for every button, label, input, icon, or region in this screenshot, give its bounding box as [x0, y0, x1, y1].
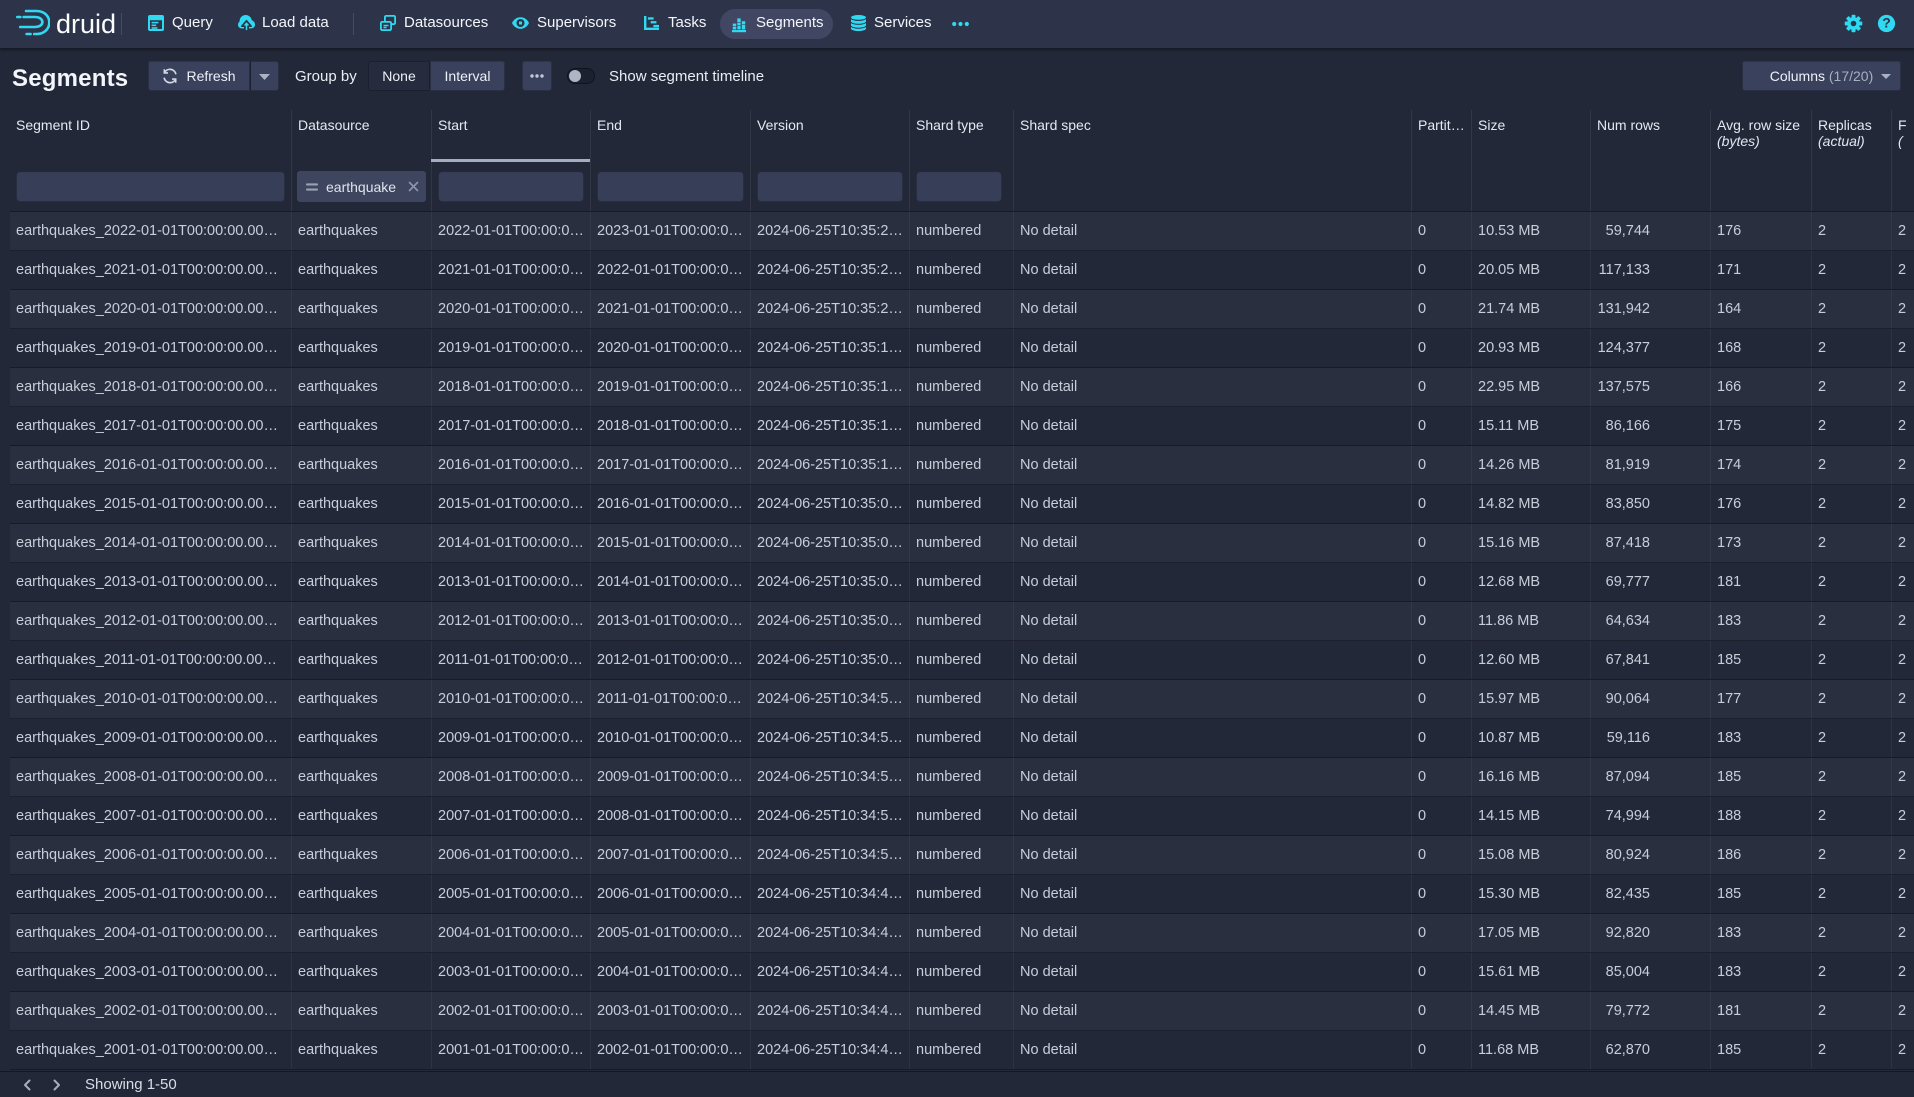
svg-text:?: ? [1882, 15, 1891, 31]
